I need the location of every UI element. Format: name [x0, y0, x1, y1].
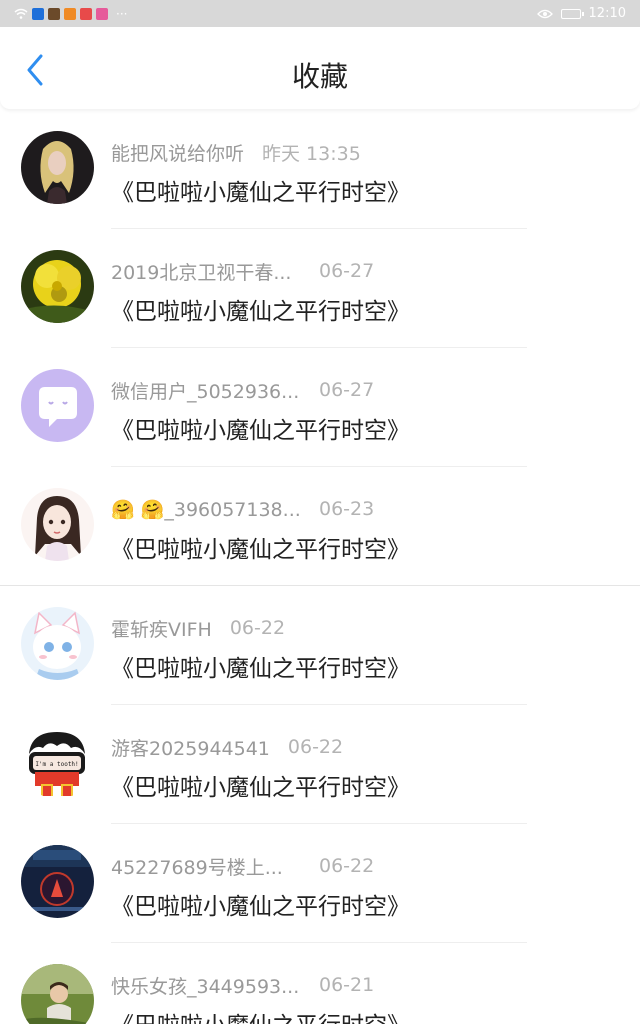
- avatar-cartoon-boy-image: I'm a tooth!: [21, 726, 94, 799]
- avatar-anime-girl-image: [21, 488, 94, 561]
- avatar[interactable]: [21, 250, 94, 323]
- list-item[interactable]: I'm a tooth! 游客2025944541 06-22 《巴啦啦小魔仙之…: [0, 705, 640, 824]
- username: 🤗 🤗_396057138...: [111, 498, 301, 521]
- date: 06-23: [319, 498, 375, 520]
- list-item[interactable]: 2019北京卫视干春... 06-27 《巴啦啦小魔仙之平行时空》: [0, 229, 640, 348]
- eye-icon: [536, 9, 553, 18]
- shirt-text: I'm a tooth!: [35, 761, 78, 768]
- username: 45227689号楼上...: [111, 856, 283, 879]
- username: 快乐女孩_3449593...: [111, 975, 300, 998]
- date: 06-27: [319, 260, 375, 282]
- avatar[interactable]: [21, 845, 94, 918]
- item-title[interactable]: 《巴啦啦小魔仙之平行时空》: [111, 292, 410, 326]
- video-app-icon: [64, 7, 76, 20]
- avatar[interactable]: [21, 488, 94, 561]
- shield-app-icon: [32, 7, 44, 20]
- chat-bubble-icon: [21, 369, 94, 442]
- avatar[interactable]: [21, 607, 94, 680]
- header: 收藏: [0, 27, 640, 109]
- avatar-anime-cat-image: [21, 607, 94, 680]
- date: 06-22: [319, 855, 375, 877]
- list-item[interactable]: 45227689号楼上... 06-22 《巴啦啦小魔仙之平行时空》: [0, 824, 640, 943]
- date: 06-21: [319, 974, 375, 996]
- avatar-portrait-image: [21, 131, 94, 204]
- pink-app-icon: [96, 7, 108, 20]
- avatar-flower-image: [21, 250, 94, 323]
- list-item[interactable]: 微信用户_5052936... 06-27 《巴啦啦小魔仙之平行时空》: [0, 348, 640, 467]
- status-bar: ··· 12:10: [0, 0, 640, 27]
- status-time: 12:10: [588, 6, 626, 21]
- item-title[interactable]: 《巴啦啦小魔仙之平行时空》: [111, 173, 410, 207]
- page-title: 收藏: [291, 60, 348, 93]
- wifi-icon: [14, 8, 28, 19]
- avatar[interactable]: [21, 131, 94, 204]
- username: 霍斩疾VIFH: [111, 618, 212, 641]
- username: 能把风说给你听: [111, 142, 245, 165]
- date: 06-22: [287, 736, 344, 758]
- avatar[interactable]: I'm a tooth!: [21, 726, 94, 799]
- avatar[interactable]: [21, 964, 94, 1024]
- item-title[interactable]: 《巴啦啦小魔仙之平行时空》: [111, 887, 410, 921]
- avatar-child-photo-image: [21, 964, 94, 1024]
- avatar[interactable]: [21, 369, 94, 442]
- favorites-list: 能把风说给你听 昨天 13:35 《巴啦啦小魔仙之平行时空》 2019北京卫视干…: [0, 110, 640, 1024]
- username: 游客2025944541: [111, 737, 270, 760]
- avatar-poster-image: [21, 845, 94, 918]
- red-app-icon: [80, 7, 92, 20]
- list-item[interactable]: 能把风说给你听 昨天 13:35 《巴啦啦小魔仙之平行时空》: [0, 110, 640, 229]
- date: 06-27: [319, 379, 375, 401]
- username: 微信用户_5052936...: [111, 380, 300, 403]
- item-title[interactable]: 《巴啦啦小魔仙之平行时空》: [111, 411, 410, 445]
- list-item[interactable]: 🤗 🤗_396057138... 06-23 《巴啦啦小魔仙之平行时空》: [0, 467, 640, 586]
- list-item[interactable]: 霍斩疾VIFH 06-22 《巴啦啦小魔仙之平行时空》: [0, 586, 640, 705]
- battery-icon: [560, 8, 584, 19]
- game-app-icon: [48, 7, 60, 20]
- item-title[interactable]: 《巴啦啦小魔仙之平行时空》: [111, 649, 410, 683]
- date: 06-22: [229, 617, 286, 639]
- item-title[interactable]: 《巴啦啦小魔仙之平行时空》: [111, 768, 410, 802]
- item-title[interactable]: 《巴啦啦小魔仙之平行时空》: [111, 1006, 410, 1024]
- item-title[interactable]: 《巴啦啦小魔仙之平行时空》: [111, 530, 410, 564]
- date: 昨天 13:35: [262, 142, 361, 165]
- list-item[interactable]: 快乐女孩_3449593... 06-21 《巴啦啦小魔仙之平行时空》: [0, 943, 640, 1024]
- username: 2019北京卫视干春...: [111, 261, 292, 284]
- status-icons: ···: [14, 7, 127, 21]
- more-notifications: ···: [116, 6, 128, 21]
